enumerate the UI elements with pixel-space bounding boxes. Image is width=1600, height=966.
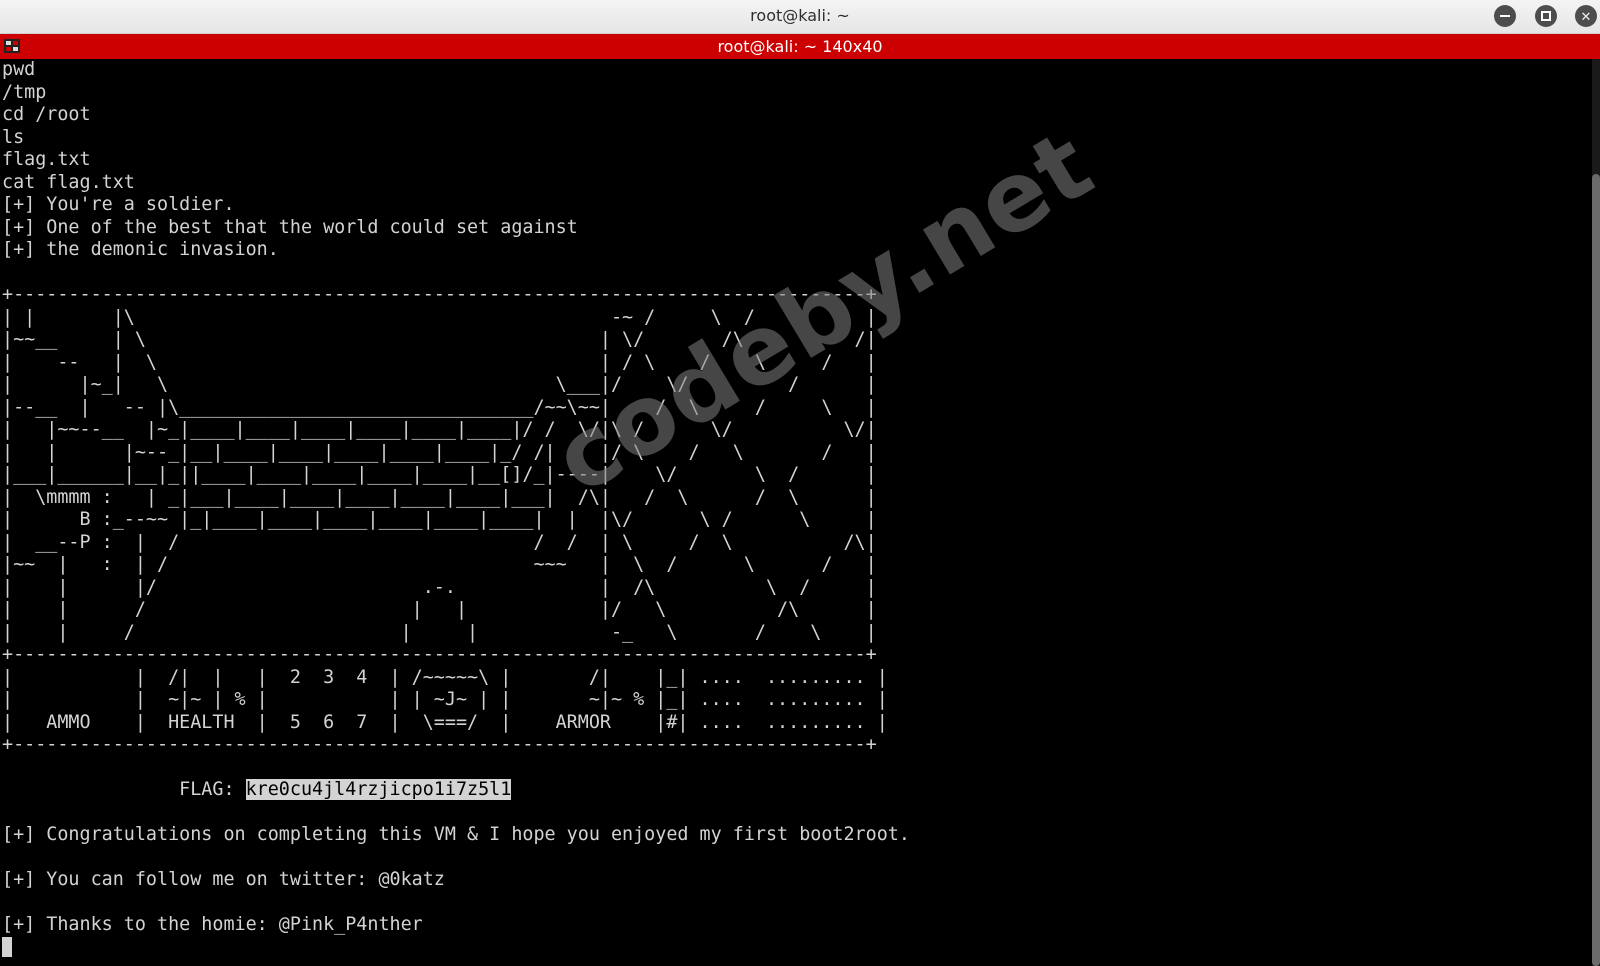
maximize-button[interactable] — [1535, 5, 1557, 27]
window-title: root@kali: ~ — [750, 6, 850, 25]
terminal-line: | __--P : | / / / | \ / \ /\| — [2, 531, 877, 553]
terminal-line: | -- | \ | / \ / \ / | — [2, 351, 877, 373]
terminal-cursor — [2, 936, 12, 957]
minimize-icon — [1500, 15, 1510, 17]
close-icon: ✕ — [1580, 10, 1592, 25]
terminal-line: | |~~--__ |~_|____|____|____|____|____|_… — [2, 419, 877, 440]
terminal-line: [+] One of the best that the world could… — [2, 216, 578, 238]
terminal-line: | | / | | |/ \ /\ | — [2, 599, 877, 620]
terminal-line: | | |\ -~ / \ / | — [2, 306, 877, 328]
minimize-button[interactable] — [1494, 5, 1516, 27]
terminal-line: | AMMO | HEALTH | 5 6 7 | \===/ | ARMOR … — [2, 711, 888, 733]
terminal-line: |~~ | : | / ~~~ | \ / \ / | — [2, 554, 877, 575]
terminal-line: |___|______|__|_||____|____|____|____|__… — [2, 464, 877, 485]
terminal-window: root@kali: ~ ✕ root@kali: ~ 140x40 pwd/t… — [0, 0, 1600, 966]
terminal-line: [+] Congratulations on completing this V… — [2, 824, 910, 845]
terminal-line: +---------------------------------------… — [2, 644, 877, 665]
tab-title: root@kali: ~ 140x40 — [717, 37, 883, 56]
terminal-line: | |~_| \ \___|/ \/ / | — [2, 374, 877, 395]
terminal-line: | \mmmm : | _|___|____|____|____|____|__… — [2, 486, 877, 508]
terminal-line: [+] You can follow me on twitter: @0katz — [2, 869, 445, 890]
terminal-line: | | |~--_|__|____|____|____|____|____|_/… — [2, 441, 877, 463]
prompt-line — [2, 936, 1582, 960]
terminal-lines-after: [+] Congratulations on completing this V… — [2, 802, 1582, 937]
maximize-icon — [1541, 11, 1551, 21]
terminal-line: [+] Thanks to the homie: @Pink_P4nther — [2, 914, 423, 935]
terminal-tab[interactable]: root@kali: ~ 140x40 — [0, 34, 1600, 59]
vertical-scrollbar[interactable] — [1590, 59, 1600, 966]
terminal-line: pwd — [2, 59, 36, 80]
terminal-text: pwd/tmp cd /root ls flag.txt cat flag.txt [+]… — [2, 59, 1582, 959]
terminal-line: cat flag.txt — [2, 171, 135, 193]
terminal-line: +---------------------------------------… — [2, 284, 877, 305]
terminal-line: [+] You're a soldier. — [2, 194, 235, 215]
terminal-line: +---------------------------------------… — [2, 734, 877, 755]
flag-value[interactable]: kre0cu4jl4rzjicpo1i7z5l1 — [245, 779, 512, 800]
flag-label: FLAG: — [2, 779, 246, 800]
close-button[interactable]: ✕ — [1575, 5, 1597, 27]
terminal-output[interactable]: pwd/tmp cd /root ls flag.txt cat flag.txt [+]… — [2, 59, 1582, 966]
terminal-line: cd /root — [2, 104, 91, 125]
terminal-line: |~~__ | \ | \/ /\ /| — [2, 329, 877, 350]
terminal-line: flag.txt — [2, 149, 91, 170]
terminal-line: /tmp — [2, 81, 47, 103]
terminal-line: | | /| | | 2 3 4 | /~~~~~\ | /| |_| ....… — [2, 666, 888, 688]
terminal-line: |--__ | -- |\___________________________… — [2, 396, 877, 418]
terminal-lines: pwd/tmp cd /root ls flag.txt cat flag.txt [+]… — [2, 59, 1582, 779]
terminal-line: | | ~|~ | % | | | ~J~ | | ~|~ % |_| ....… — [2, 689, 888, 710]
terminal-line: | | / | | -_ \ / \ | — [2, 621, 877, 643]
scrollbar-thumb[interactable] — [1592, 174, 1600, 966]
terminal-line: [+] the demonic invasion. — [2, 239, 279, 260]
terminal-line: | B :_--~~ |_|____|____|____|____|____|_… — [2, 509, 877, 530]
terminal-line: | | |/ .-. | /\ \ / | — [2, 576, 877, 598]
flag-line: FLAG: kre0cu4jl4rzjicpo1i7z5l1 — [2, 779, 1582, 802]
window-titlebar[interactable]: root@kali: ~ ✕ — [0, 0, 1600, 34]
terminal-line: ls — [2, 126, 25, 148]
